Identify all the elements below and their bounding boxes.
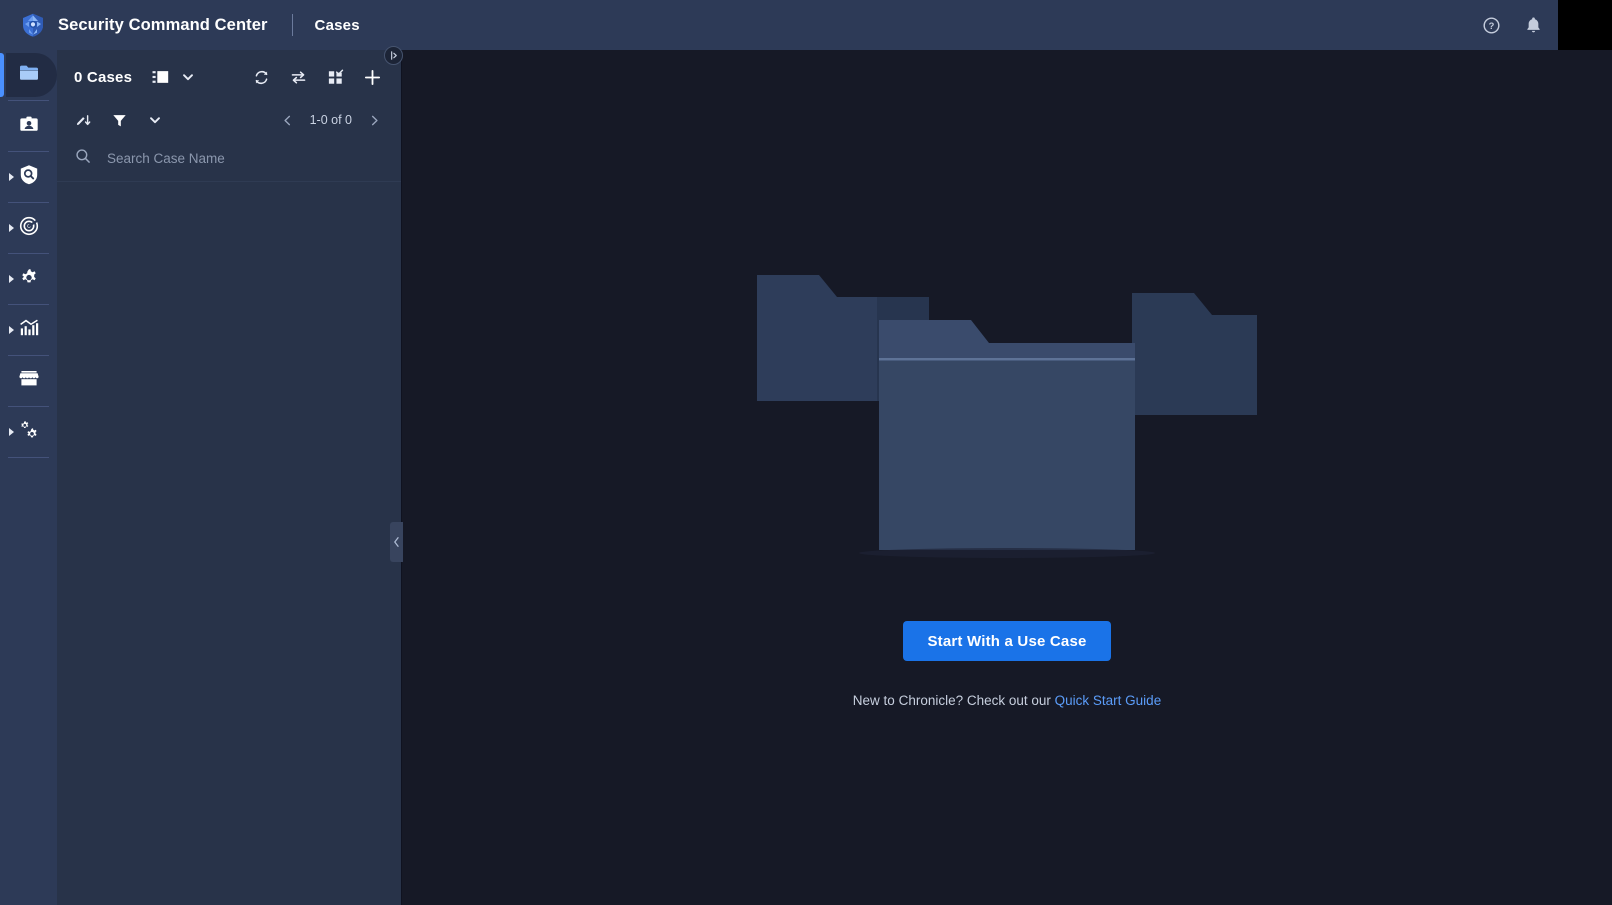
sidebar-item-reports[interactable] bbox=[0, 305, 57, 355]
search-icon bbox=[75, 148, 91, 169]
chevron-left-icon bbox=[394, 537, 399, 547]
chevron-right-icon[interactable] bbox=[9, 173, 14, 181]
start-with-use-case-button[interactable]: Start With a Use Case bbox=[903, 621, 1111, 661]
help-icon[interactable]: ? bbox=[1474, 8, 1508, 42]
storefront-icon bbox=[18, 370, 39, 392]
sidebar-item-detection[interactable] bbox=[0, 152, 57, 202]
cases-toolbar-actions bbox=[247, 63, 386, 91]
search-input[interactable] bbox=[107, 151, 357, 166]
id-badge-icon bbox=[19, 115, 39, 138]
chevron-left-icon[interactable] bbox=[274, 106, 302, 134]
chevron-right-icon[interactable] bbox=[9, 326, 14, 334]
multi-gear-icon bbox=[18, 420, 39, 445]
brand-name: Security Command Center bbox=[58, 15, 268, 34]
expand-right-icon bbox=[391, 51, 397, 60]
swap-arrows-icon[interactable] bbox=[284, 63, 312, 91]
grid-check-icon[interactable] bbox=[321, 63, 349, 91]
sort-icon[interactable] bbox=[69, 106, 97, 134]
svg-text:?: ? bbox=[1488, 21, 1494, 31]
cases-list-panel: 0 Cases 1-0 of 0 Search Case Name bbox=[57, 50, 402, 905]
sidebar-item-identity[interactable] bbox=[0, 101, 57, 151]
chevron-right-icon[interactable] bbox=[9, 275, 14, 283]
funnel-icon[interactable] bbox=[105, 106, 133, 134]
case-search-row bbox=[57, 136, 402, 182]
panel-collapse-tab[interactable] bbox=[390, 522, 403, 562]
radar-target-icon bbox=[19, 216, 39, 241]
shield-search-icon bbox=[19, 164, 39, 190]
chevron-right-icon[interactable] bbox=[9, 224, 14, 232]
top-app-bar: Security Command Center Cases ? bbox=[0, 0, 1612, 50]
cases-toolbar-primary: 0 Cases bbox=[57, 50, 402, 104]
bell-icon[interactable] bbox=[1516, 8, 1550, 42]
pagination: 1-0 of 0 bbox=[274, 106, 388, 134]
bar-chart-icon bbox=[19, 319, 39, 342]
shield-logo-icon bbox=[20, 12, 46, 38]
empty-folders-illustration bbox=[757, 275, 1257, 558]
chevron-down-icon[interactable] bbox=[141, 106, 169, 134]
sidebar-item-marketplace[interactable] bbox=[0, 356, 57, 406]
empty-state: Start With a Use Case New to Chronicle? … bbox=[757, 255, 1257, 708]
gear-icon bbox=[19, 267, 39, 292]
sidebar-item-threats[interactable] bbox=[0, 203, 57, 253]
view-mode-selector[interactable] bbox=[146, 63, 202, 91]
chevron-right-icon[interactable] bbox=[360, 106, 388, 134]
panel-divider bbox=[401, 50, 402, 905]
topbar-separator bbox=[291, 14, 293, 36]
rail-divider bbox=[8, 457, 49, 458]
pagination-label: 1-0 of 0 bbox=[309, 113, 352, 127]
sidebar-item-admin[interactable] bbox=[0, 407, 57, 457]
cases-count-label: 0 Cases bbox=[74, 68, 133, 86]
layout-view-icon[interactable] bbox=[146, 63, 174, 91]
cases-toolbar-filters: 1-0 of 0 bbox=[57, 104, 402, 136]
main-content-area: Start With a Use Case New to Chronicle? … bbox=[402, 50, 1612, 905]
plus-icon[interactable] bbox=[358, 63, 386, 91]
footer-note-text: New to Chronicle? Check out our bbox=[852, 693, 1055, 708]
sidebar-item-cases[interactable] bbox=[0, 50, 57, 100]
topbar-actions: ? bbox=[1474, 0, 1612, 50]
chevron-right-icon[interactable] bbox=[9, 428, 14, 436]
sidebar-item-settings[interactable] bbox=[0, 254, 57, 304]
user-avatar[interactable] bbox=[1558, 0, 1612, 50]
refresh-icon[interactable] bbox=[247, 63, 275, 91]
filter-actions bbox=[69, 106, 169, 134]
page-title: Cases bbox=[314, 16, 360, 34]
folder-icon bbox=[19, 64, 39, 86]
panel-expand-handle[interactable] bbox=[384, 46, 403, 65]
left-nav-rail bbox=[0, 50, 57, 905]
footer-note: New to Chronicle? Check out our Quick St… bbox=[853, 693, 1161, 708]
quick-start-guide-link[interactable]: Quick Start Guide bbox=[1055, 693, 1162, 708]
chevron-down-icon[interactable] bbox=[174, 63, 202, 91]
